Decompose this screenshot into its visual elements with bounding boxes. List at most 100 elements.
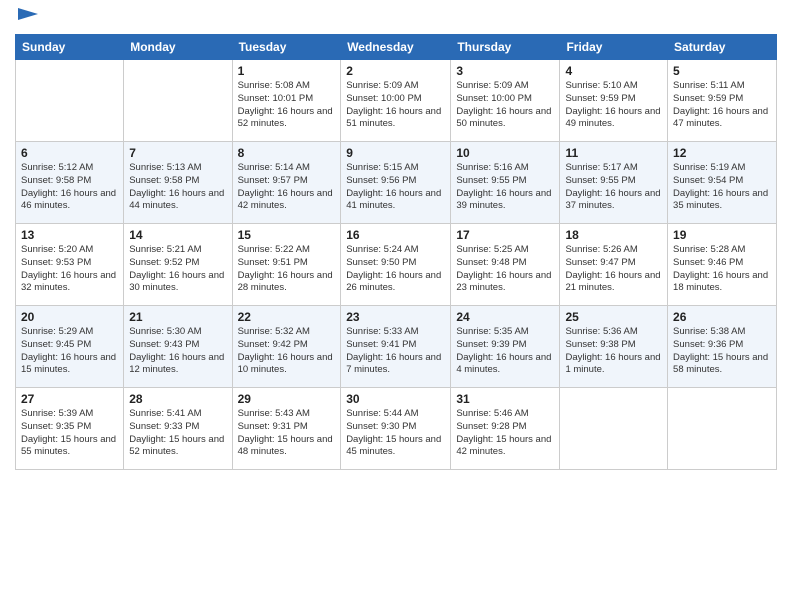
header: [15, 10, 777, 26]
calendar-cell: 15 Sunrise: 5:22 AM Sunset: 9:51 PM Dayli…: [232, 224, 341, 306]
calendar-week-row: 13 Sunrise: 5:20 AM Sunset: 9:53 PM Dayli…: [16, 224, 777, 306]
day-number: 25: [565, 310, 662, 324]
calendar-cell: 1 Sunrise: 5:08 AM Sunset: 10:01 PM Dayli…: [232, 60, 341, 142]
calendar-cell: 30 Sunrise: 5:44 AM Sunset: 9:30 PM Dayli…: [341, 388, 451, 470]
day-info: Sunrise: 5:08 AM Sunset: 10:01 PM Daylig…: [238, 80, 336, 131]
col-monday: Monday: [124, 35, 232, 60]
day-info: Sunrise: 5:30 AM Sunset: 9:43 PM Dayligh…: [129, 326, 226, 377]
calendar-cell: 17 Sunrise: 5:25 AM Sunset: 9:48 PM Dayli…: [451, 224, 560, 306]
calendar-cell: [16, 60, 124, 142]
calendar-cell: 9Sunrise: 5:15 AM Sunset: 9:56 PM Daylig…: [341, 142, 451, 224]
day-info: Sunrise: 5:41 AM Sunset: 9:33 PM Dayligh…: [129, 408, 226, 459]
day-info: Sunrise: 5:32 AM Sunset: 9:42 PM Dayligh…: [238, 326, 336, 377]
calendar-cell: 3 Sunrise: 5:09 AM Sunset: 10:00 PM Dayli…: [451, 60, 560, 142]
calendar-cell: 25 Sunrise: 5:36 AM Sunset: 9:38 PM Dayli…: [560, 306, 668, 388]
day-number: 12: [673, 146, 771, 160]
day-number: 5: [673, 64, 771, 78]
calendar-table: Sunday Monday Tuesday Wednesday Thursday…: [15, 34, 777, 470]
day-info: Sunrise: 5:39 AM Sunset: 9:35 PM Dayligh…: [21, 408, 118, 459]
day-info: Sunrise: 5:24 AM Sunset: 9:50 PM Dayligh…: [346, 244, 445, 295]
day-number: 8: [238, 146, 336, 160]
calendar-cell: 18Sunrise: 5:26 AM Sunset: 9:47 PM Dayli…: [560, 224, 668, 306]
day-number: 1: [238, 64, 336, 78]
calendar-cell: 8 Sunrise: 5:14 AM Sunset: 9:57 PM Daylig…: [232, 142, 341, 224]
day-number: 11: [565, 146, 662, 160]
day-number: 19: [673, 228, 771, 242]
day-info: Sunrise: 5:25 AM Sunset: 9:48 PM Dayligh…: [456, 244, 554, 295]
day-info: Sunrise: 5:09 AM Sunset: 10:00 PM Daylig…: [346, 80, 445, 131]
day-info: Sunrise: 5:43 AM Sunset: 9:31 PM Dayligh…: [238, 408, 336, 459]
calendar-cell: 10 Sunrise: 5:16 AM Sunset: 9:55 PM Dayli…: [451, 142, 560, 224]
calendar-cell: 31 Sunrise: 5:46 AM Sunset: 9:28 PM Dayli…: [451, 388, 560, 470]
col-thursday: Thursday: [451, 35, 560, 60]
day-info: Sunrise: 5:16 AM Sunset: 9:55 PM Dayligh…: [456, 162, 554, 213]
day-info: Sunrise: 5:12 AM Sunset: 9:58 PM Dayligh…: [21, 162, 118, 213]
day-number: 24: [456, 310, 554, 324]
day-number: 3: [456, 64, 554, 78]
day-number: 16: [346, 228, 445, 242]
calendar-cell: 26 Sunrise: 5:38 AM Sunset: 9:36 PM Dayli…: [668, 306, 777, 388]
day-info: Sunrise: 5:28 AM Sunset: 9:46 PM Dayligh…: [673, 244, 771, 295]
col-saturday: Saturday: [668, 35, 777, 60]
day-number: 4: [565, 64, 662, 78]
day-info: Sunrise: 5:46 AM Sunset: 9:28 PM Dayligh…: [456, 408, 554, 459]
day-info: Sunrise: 5:33 AM Sunset: 9:41 PM Dayligh…: [346, 326, 445, 377]
calendar-cell: 13 Sunrise: 5:20 AM Sunset: 9:53 PM Dayli…: [16, 224, 124, 306]
col-friday: Friday: [560, 35, 668, 60]
day-number: 23: [346, 310, 445, 324]
day-info: Sunrise: 5:36 AM Sunset: 9:38 PM Dayligh…: [565, 326, 662, 377]
col-tuesday: Tuesday: [232, 35, 341, 60]
day-number: 15: [238, 228, 336, 242]
day-info: Sunrise: 5:09 AM Sunset: 10:00 PM Daylig…: [456, 80, 554, 131]
calendar-cell: 20Sunrise: 5:29 AM Sunset: 9:45 PM Dayli…: [16, 306, 124, 388]
calendar-cell: [560, 388, 668, 470]
day-info: Sunrise: 5:38 AM Sunset: 9:36 PM Dayligh…: [673, 326, 771, 377]
day-number: 28: [129, 392, 226, 406]
day-number: 13: [21, 228, 118, 242]
calendar-cell: 24 Sunrise: 5:35 AM Sunset: 9:39 PM Dayli…: [451, 306, 560, 388]
logo-flag-icon: [18, 8, 40, 26]
day-info: Sunrise: 5:19 AM Sunset: 9:54 PM Dayligh…: [673, 162, 771, 213]
day-info: Sunrise: 5:11 AM Sunset: 9:59 PM Dayligh…: [673, 80, 771, 131]
calendar-header-row: Sunday Monday Tuesday Wednesday Thursday…: [16, 35, 777, 60]
day-number: 7: [129, 146, 226, 160]
day-number: 10: [456, 146, 554, 160]
calendar-cell: 2 Sunrise: 5:09 AM Sunset: 10:00 PM Dayli…: [341, 60, 451, 142]
calendar-week-row: 27Sunrise: 5:39 AM Sunset: 9:35 PM Dayli…: [16, 388, 777, 470]
calendar-cell: 29Sunrise: 5:43 AM Sunset: 9:31 PM Dayli…: [232, 388, 341, 470]
calendar-week-row: 6 Sunrise: 5:12 AM Sunset: 9:58 PM Daylig…: [16, 142, 777, 224]
calendar-cell: 27Sunrise: 5:39 AM Sunset: 9:35 PM Dayli…: [16, 388, 124, 470]
calendar-cell: 7Sunrise: 5:13 AM Sunset: 9:58 PM Daylig…: [124, 142, 232, 224]
calendar-cell: 5 Sunrise: 5:11 AM Sunset: 9:59 PM Daylig…: [668, 60, 777, 142]
calendar-cell: [124, 60, 232, 142]
day-info: Sunrise: 5:10 AM Sunset: 9:59 PM Dayligh…: [565, 80, 662, 131]
calendar-cell: 12 Sunrise: 5:19 AM Sunset: 9:54 PM Dayli…: [668, 142, 777, 224]
day-info: Sunrise: 5:20 AM Sunset: 9:53 PM Dayligh…: [21, 244, 118, 295]
logo: [15, 10, 40, 26]
day-info: Sunrise: 5:44 AM Sunset: 9:30 PM Dayligh…: [346, 408, 445, 459]
calendar-cell: 6 Sunrise: 5:12 AM Sunset: 9:58 PM Daylig…: [16, 142, 124, 224]
day-number: 14: [129, 228, 226, 242]
calendar-cell: 11 Sunrise: 5:17 AM Sunset: 9:55 PM Dayli…: [560, 142, 668, 224]
day-info: Sunrise: 5:17 AM Sunset: 9:55 PM Dayligh…: [565, 162, 662, 213]
calendar-cell: 22 Sunrise: 5:32 AM Sunset: 9:42 PM Dayli…: [232, 306, 341, 388]
day-number: 2: [346, 64, 445, 78]
calendar-week-row: 1 Sunrise: 5:08 AM Sunset: 10:01 PM Dayli…: [16, 60, 777, 142]
day-number: 17: [456, 228, 554, 242]
calendar-cell: 4 Sunrise: 5:10 AM Sunset: 9:59 PM Daylig…: [560, 60, 668, 142]
day-number: 31: [456, 392, 554, 406]
day-number: 30: [346, 392, 445, 406]
day-info: Sunrise: 5:22 AM Sunset: 9:51 PM Dayligh…: [238, 244, 336, 295]
calendar-week-row: 20Sunrise: 5:29 AM Sunset: 9:45 PM Dayli…: [16, 306, 777, 388]
day-info: Sunrise: 5:21 AM Sunset: 9:52 PM Dayligh…: [129, 244, 226, 295]
calendar-cell: 23 Sunrise: 5:33 AM Sunset: 9:41 PM Dayli…: [341, 306, 451, 388]
day-number: 26: [673, 310, 771, 324]
day-number: 22: [238, 310, 336, 324]
calendar-cell: [668, 388, 777, 470]
day-info: Sunrise: 5:29 AM Sunset: 9:45 PM Dayligh…: [21, 326, 118, 377]
day-info: Sunrise: 5:14 AM Sunset: 9:57 PM Dayligh…: [238, 162, 336, 213]
calendar-cell: 14 Sunrise: 5:21 AM Sunset: 9:52 PM Dayli…: [124, 224, 232, 306]
day-number: 6: [21, 146, 118, 160]
day-number: 18: [565, 228, 662, 242]
day-info: Sunrise: 5:35 AM Sunset: 9:39 PM Dayligh…: [456, 326, 554, 377]
